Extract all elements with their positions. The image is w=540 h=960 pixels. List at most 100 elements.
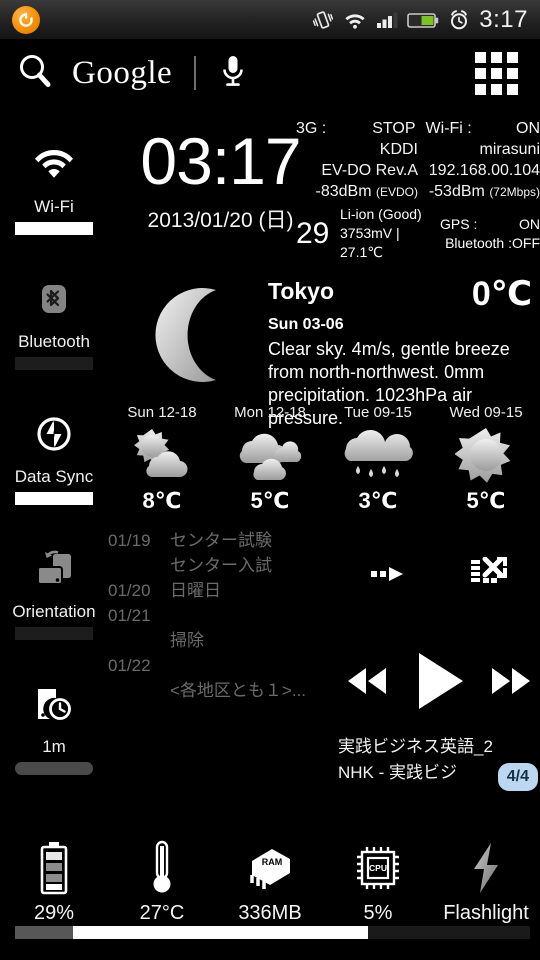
gps-label: GPS :: [440, 215, 478, 232]
forecast-temp: 5℃: [466, 488, 506, 513]
list-item[interactable]: 01/20 日曜日: [108, 578, 338, 603]
battery-segment: [15, 926, 73, 939]
cpu-chip-icon: CPU: [324, 838, 432, 898]
network-detail-row: EV-DO Rev.A 192.168.00.104: [296, 160, 540, 181]
alarm-clock-icon: [451, 9, 468, 29]
battery-info-panel[interactable]: 29 Li-ion (Good) 3753mV | 27.1℃ GPS : ON…: [296, 205, 540, 262]
forecast-temp: 3℃: [358, 488, 398, 513]
memory-segment: [73, 926, 368, 939]
forecast-day[interactable]: Tue 09-15 3℃: [324, 404, 432, 514]
fast-forward-icon[interactable]: [488, 664, 534, 703]
agenda-event: センター試験: [170, 531, 272, 550]
calendar-agenda-widget[interactable]: 01/19 センター試験 センター入試 01/20 日曜日 01/21 掃除 01/…: [108, 528, 338, 803]
agenda-event: 掃除: [170, 631, 204, 650]
mobile-label: 3G :: [296, 120, 327, 137]
agenda-event: [170, 653, 338, 678]
toggle-state-bar[interactable]: [15, 762, 93, 775]
system-monitor-bar: 29% 27°C RAM 336MB CPU 5% Flashlight: [0, 838, 540, 960]
carrier-name: KDDI: [379, 141, 418, 158]
crescent-moon-icon: [140, 280, 250, 395]
agenda-date: [108, 628, 170, 653]
sidebar-item-screen-timeout[interactable]: 1m: [0, 680, 108, 775]
agenda-date: 01/20: [108, 581, 151, 600]
thermometer-icon: [108, 838, 216, 898]
sidebar-item-label: Orientation: [12, 602, 96, 621]
list-item[interactable]: <各地区とも１>...: [108, 678, 338, 703]
status-clock: 3:17: [479, 5, 528, 33]
forecast-day[interactable]: Sun 12-18 8℃: [108, 404, 216, 514]
gps-bluetooth-detail: GPS : ON Bluetooth :OFF: [440, 215, 540, 253]
forecast-day[interactable]: Wed 09-15 5℃: [432, 404, 540, 514]
sidebar-item-bluetooth[interactable]: Bluetooth: [0, 275, 108, 370]
search-divider: [194, 56, 197, 90]
list-item[interactable]: 01/21: [108, 603, 338, 628]
quick-toggle-sidebar: Wi-Fi Bluetooth Data Sync Orientation 1m: [0, 110, 108, 830]
app-logo: [12, 5, 40, 34]
monitor-cell-temperature[interactable]: 27°C: [108, 838, 216, 925]
battery-icon: [0, 838, 108, 898]
resource-progress-bar: [15, 926, 530, 939]
weather-widget[interactable]: Tokyo 0℃ Sun 03-06 Clear sky. 4m/s, gent…: [108, 268, 540, 518]
media-mode-row: [338, 555, 540, 596]
wifi-ssid: mirasuni: [479, 141, 540, 158]
status-icons: 3:17: [312, 6, 540, 34]
rewind-icon[interactable]: [344, 664, 390, 703]
network-info-panel[interactable]: 3G : STOP Wi-Fi : ON KDDI mirasuni EV-DO…: [296, 118, 540, 203]
clouds-icon: [216, 424, 324, 486]
agenda-date: 01/21: [108, 606, 151, 625]
monitor-value: 29%: [33, 902, 75, 924]
toggle-state-bar[interactable]: [15, 627, 93, 640]
search-icon[interactable]: [16, 52, 54, 95]
repeat-arrow-icon[interactable]: [369, 563, 409, 590]
wifi-icon: [31, 140, 77, 188]
forecast-day[interactable]: Mon 12-18 5℃: [216, 404, 324, 514]
google-search-bar[interactable]: Google: [0, 41, 540, 105]
wifi-link-speed: (72Mbps): [489, 185, 540, 199]
battery-percent-value: 29: [296, 216, 330, 250]
forecast-label: Mon 12-18: [234, 404, 306, 421]
weather-city: Tokyo: [268, 278, 335, 304]
svg-text:RAM: RAM: [262, 857, 283, 867]
agenda-date: 01/19: [108, 531, 151, 550]
microphone-icon[interactable]: [220, 53, 246, 94]
agenda-event: 日曜日: [170, 581, 221, 600]
monitor-cell-ram[interactable]: RAM 336MB: [216, 838, 324, 925]
monitor-cell-battery[interactable]: 29%: [0, 838, 108, 925]
media-track-info[interactable]: 実践ビジネス英語_2 NHK - 実践ビジ 4/4: [338, 734, 540, 791]
sidebar-item-data-sync[interactable]: Data Sync: [0, 410, 108, 505]
wifi-state: ON: [516, 120, 540, 137]
sidebar-item-orientation[interactable]: Orientation: [0, 545, 108, 640]
rotation-icon: [31, 545, 77, 593]
monitor-value: 27°C: [139, 902, 185, 924]
network-state-row: 3G : STOP Wi-Fi : ON: [296, 118, 540, 139]
flashlight-bolt-icon: [432, 838, 540, 898]
monitor-cell-cpu[interactable]: CPU 5%: [324, 838, 432, 925]
logo-glyph: [19, 12, 33, 27]
agenda-date: [108, 553, 170, 578]
app-drawer-icon[interactable]: [475, 51, 518, 95]
play-icon[interactable]: [411, 650, 467, 717]
toggle-state-bar[interactable]: [15, 357, 93, 370]
list-item[interactable]: センター入試: [108, 553, 338, 578]
monitor-cell-flashlight[interactable]: Flashlight: [432, 838, 540, 925]
forecast-temp: 5℃: [250, 488, 290, 513]
monitor-value: 5%: [363, 902, 393, 924]
bluetooth-state: Bluetooth :OFF: [445, 234, 540, 251]
toggle-state-bar[interactable]: [15, 222, 93, 235]
monitor-value: 336MB: [238, 902, 302, 924]
wifi-signal: -53dBm: [428, 183, 485, 200]
agenda-date: [108, 678, 170, 703]
media-player-widget[interactable]: 実践ビジネス英語_2 NHK - 実践ビジ 4/4: [338, 548, 540, 803]
agenda-date: 01/22: [108, 656, 151, 675]
sidebar-item-wifi[interactable]: Wi-Fi: [0, 140, 108, 235]
forecast-temp: 8℃: [142, 488, 182, 513]
toggle-state-bar[interactable]: [15, 492, 93, 505]
list-item[interactable]: 01/22: [108, 653, 338, 678]
sidebar-item-label: Wi-Fi: [34, 197, 74, 216]
google-wordmark[interactable]: Google: [72, 55, 172, 92]
shuffle-icon[interactable]: [470, 555, 510, 596]
list-item[interactable]: 01/19 センター試験: [108, 528, 338, 553]
system-status-bar[interactable]: 3:17: [0, 0, 540, 40]
list-item[interactable]: 掃除: [108, 628, 338, 653]
track-position-badge: 4/4: [497, 763, 538, 791]
